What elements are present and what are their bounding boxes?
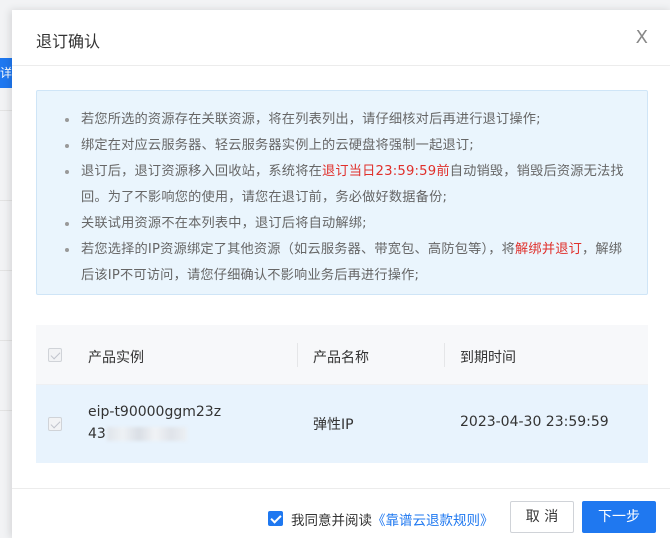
header-expire: 到期时间: [460, 350, 516, 366]
cancel-button[interactable]: 取 消: [510, 501, 574, 533]
table-row: eip-t90000ggm23z 43 弹性IP 2023-04-30 23:5…: [36, 385, 648, 463]
product-name: 弹性IP: [313, 417, 354, 433]
background-divider: [0, 410, 12, 411]
column-divider: [297, 343, 298, 367]
agree-prefix: 我同意并阅读: [291, 513, 372, 529]
column-divider: [444, 343, 445, 367]
table-header: 产品实例 产品名称 到期时间: [36, 325, 648, 385]
dialog-header: 退订确认 X: [12, 10, 670, 66]
background-button: 详: [0, 58, 12, 88]
background-divider: [0, 270, 12, 271]
expire-time: 2023-04-30 23:59:59: [460, 414, 609, 430]
agree-checkbox[interactable]: [268, 511, 283, 526]
next-button[interactable]: 下一步: [582, 501, 656, 533]
notice-text: 绑定在对应云服务器、轻云服务器实例上的云硬盘将强制一起退订;: [81, 138, 474, 153]
refund-rules-link[interactable]: 《靠谱云退款规则》: [372, 513, 494, 529]
notice-item: 若您选择的IP资源绑定了其他资源（如云服务器、带宽包、高防包等），将解绑并退订，…: [65, 237, 627, 289]
notice-item: 退订后，退订资源移入回收站，系统将在退订当日23:59:59前自动销毁，销毁后资…: [65, 159, 627, 211]
notice-item: 绑定在对应云服务器、轻云服务器实例上的云硬盘将强制一起退订;: [65, 133, 627, 159]
notice-box: 若您所选的资源存在关联资源，将在列表列出，请仔细核对后再进行退订操作; 绑定在对应…: [36, 90, 648, 295]
dialog-title: 退订确认: [36, 32, 101, 51]
notice-item: 关联试用资源不在本列表中，退订后将自动解绑;: [65, 211, 627, 237]
row-checkbox: [48, 417, 62, 431]
unsubscribe-dialog: 退订确认 X 若您所选的资源存在关联资源，将在列表列出，请仔细核对后再进行退订操…: [12, 10, 670, 538]
background-divider: [0, 200, 12, 201]
notice-list: 若您所选的资源存在关联资源，将在列表列出，请仔细核对后再进行退订操作; 绑定在对应…: [65, 107, 627, 289]
notice-text: 退订后，退订资源移入回收站，系统将在: [81, 164, 322, 179]
instance-id: eip-t90000ggm23z 43: [88, 401, 221, 445]
background-divider: [0, 340, 12, 341]
notice-text: 若您选择的IP资源绑定了其他资源（如云服务器、带宽包、高防包等），将: [81, 242, 516, 257]
notice-highlight: 退订当日23:59:59前: [321, 164, 450, 179]
dialog-footer: 我同意并阅读《靠谱云退款规则》 取 消 下一步: [12, 488, 670, 538]
notice-text: 若您所选的资源存在关联资源，将在列表列出，请仔细核对后再进行退订操作;: [81, 112, 541, 127]
header-product: 产品名称: [313, 350, 369, 366]
instance-id-line1: eip-t90000ggm23z: [88, 404, 222, 420]
header-instance: 产品实例: [88, 350, 144, 366]
select-all-checkbox: [48, 348, 62, 362]
background-divider: [0, 110, 12, 111]
agree-text: 我同意并阅读《靠谱云退款规则》: [291, 509, 494, 529]
close-icon[interactable]: X: [636, 27, 648, 48]
resource-table: 产品实例 产品名称 到期时间 eip-t90000ggm23z 43 弹性IP …: [36, 325, 648, 463]
masked-text: [106, 427, 187, 441]
notice-highlight: 解绑并退订: [515, 242, 582, 257]
notice-text: 关联试用资源不在本列表中，退订后将自动解绑;: [81, 216, 367, 231]
instance-id-line2: 43: [88, 426, 106, 442]
notice-item: 若您所选的资源存在关联资源，将在列表列出，请仔细核对后再进行退订操作;: [65, 107, 627, 133]
